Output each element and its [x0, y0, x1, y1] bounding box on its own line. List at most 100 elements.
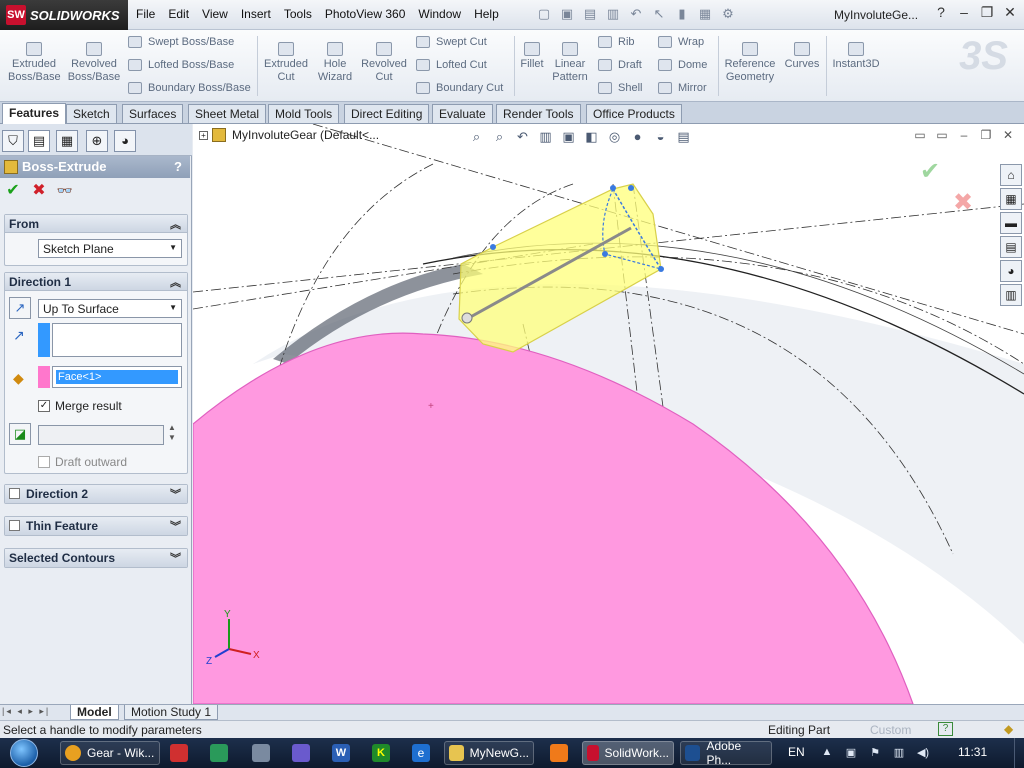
expand-plus-icon[interactable]: +	[199, 130, 208, 140]
draft-on-off-icon[interactable]: ◪	[9, 423, 31, 445]
save-icon[interactable]: ▤	[582, 6, 598, 22]
viewport-restore-icon[interactable]: ❐	[978, 128, 994, 142]
draft-angle-input[interactable]	[38, 425, 164, 445]
viewport-tile-icon[interactable]: ▭	[934, 128, 950, 142]
start-button[interactable]	[4, 738, 48, 768]
tab-sketch[interactable]: Sketch	[66, 104, 117, 123]
from-select[interactable]: Sketch Plane	[38, 239, 182, 258]
zoom-to-area-icon[interactable]: ⌕	[491, 129, 508, 146]
tab-mold-tools[interactable]: Mold Tools	[268, 104, 340, 123]
thin-feature-checkbox[interactable]	[9, 520, 20, 531]
ok-check-icon[interactable]: ✔	[4, 182, 22, 200]
fillet-button[interactable]: Fillet	[518, 42, 546, 71]
swept-cut-button[interactable]: Swept Cut	[416, 36, 487, 48]
direction2-checkbox[interactable]	[9, 488, 20, 499]
status-units[interactable]: Custom	[870, 723, 911, 737]
taskbar-photoshop[interactable]: Adobe Ph...	[680, 739, 772, 767]
gmail-icon[interactable]	[170, 744, 188, 762]
menu-window[interactable]: Window	[418, 7, 461, 21]
selected-contours-group-header[interactable]: Selected Contours ︾	[5, 549, 187, 567]
print-icon[interactable]: ▥	[605, 6, 621, 22]
help-button[interactable]: ?	[174, 159, 182, 174]
tab-sheet-metal[interactable]: Sheet Metal	[188, 104, 267, 123]
view-orientation-icon[interactable]: ▣	[560, 129, 577, 146]
word-icon[interactable]: W	[332, 744, 350, 762]
expand-chevron-icon[interactable]: ︾	[170, 518, 181, 534]
thin-feature-group-header[interactable]: Thin Feature ︾	[5, 517, 187, 535]
select-arrow-icon[interactable]: ↖	[651, 6, 667, 22]
open-folder-icon[interactable]: ▣	[559, 6, 575, 22]
reference-geometry-button[interactable]: Reference Geometry	[722, 42, 778, 84]
taskbar-solidworks[interactable]: SolidWork...	[582, 741, 674, 765]
hide-show-items-icon[interactable]: ◎	[606, 129, 623, 146]
undo-icon[interactable]: ↶	[628, 6, 644, 22]
feature-tree-root-label[interactable]: MyInvoluteGear (Default<...	[232, 128, 379, 142]
internet-explorer-icon[interactable]: e	[412, 744, 430, 762]
show-desktop-button[interactable]	[1014, 738, 1024, 768]
extruded-cut-button[interactable]: Extruded Cut	[262, 42, 310, 84]
minimize-icon[interactable]: –	[954, 4, 974, 24]
close-icon[interactable]: ✕	[1000, 4, 1020, 24]
rib-button[interactable]: Rib	[598, 36, 635, 48]
file-properties-icon[interactable]: ▦	[697, 6, 713, 22]
app-icon[interactable]	[210, 744, 228, 762]
tab-render-tools[interactable]: Render Tools	[496, 104, 581, 123]
edit-appearance-icon[interactable]: ●	[629, 129, 646, 146]
lofted-cut-button[interactable]: Lofted Cut	[416, 59, 487, 71]
menu-edit[interactable]: Edit	[168, 7, 189, 21]
merge-result-checkbox[interactable]: ✓ Merge result	[38, 399, 122, 413]
menu-insert[interactable]: Insert	[241, 7, 271, 21]
menu-tools[interactable]: Tools	[284, 7, 312, 21]
expand-chevron-icon[interactable]: ︾	[170, 550, 181, 566]
collapse-chevron-icon[interactable]: ︽	[170, 216, 181, 232]
custom-properties-icon[interactable]: ▥	[1000, 284, 1022, 306]
graphics-area[interactable]: + ✔ ✖ Y X Z + MyInvoluteGear (Default<..…	[193, 124, 1024, 704]
viewport-close-icon[interactable]: ✕	[1000, 128, 1016, 142]
dome-button[interactable]: Dome	[658, 59, 707, 71]
tab-scroll-arrows-icon[interactable]: |◂ ◂ ▸ ▸|	[2, 706, 50, 717]
settings-icon[interactable]	[252, 744, 270, 762]
instant3d-button[interactable]: Instant3D	[830, 42, 882, 71]
apply-scene-icon[interactable]: ◒	[652, 129, 669, 146]
wrap-button[interactable]: Wrap	[658, 36, 704, 48]
tab-features[interactable]: Features	[2, 103, 67, 124]
view-palette-icon[interactable]: ▤	[1000, 236, 1022, 258]
face-listbox[interactable]: Face<1>	[52, 366, 182, 388]
extruded-boss-button[interactable]: Extruded Boss/Base	[8, 42, 61, 84]
volume-icon[interactable]: ◀)	[916, 746, 930, 760]
mirror-button[interactable]: Mirror	[658, 82, 707, 94]
draft-angle-spinner[interactable]: ▲ ▼	[168, 423, 176, 443]
tab-model[interactable]: Model	[70, 705, 119, 720]
view-settings-icon[interactable]: ▤	[675, 129, 692, 146]
file-explorer-folder-icon[interactable]: ▬	[1000, 212, 1022, 234]
hole-wizard-button[interactable]: Hole Wizard	[314, 42, 356, 84]
revolved-boss-button[interactable]: Revolved Boss/Base	[66, 42, 122, 84]
detailed-preview-icon[interactable]: 👓	[56, 182, 74, 200]
tab-motion-study[interactable]: Motion Study 1	[124, 705, 219, 720]
tab-surfaces[interactable]: Surfaces	[122, 104, 184, 123]
draft-button[interactable]: Draft	[598, 59, 642, 71]
new-document-icon[interactable]: ▢	[536, 6, 552, 22]
taskbar-clock[interactable]: 11:31	[958, 745, 987, 759]
linear-pattern-button[interactable]: Linear Pattern	[550, 42, 590, 84]
language-indicator[interactable]: EN	[788, 745, 805, 759]
end-condition-select[interactable]: Up To Surface	[38, 299, 182, 318]
appearances-scenes-icon[interactable]: ◕	[1000, 260, 1022, 282]
reverse-direction-icon[interactable]: ↗	[9, 297, 31, 319]
curves-button[interactable]: Curves	[782, 42, 822, 71]
display-manager-tab-icon[interactable]: ◕	[114, 130, 136, 152]
help-question-icon[interactable]: ?	[931, 4, 951, 24]
collapse-chevron-icon[interactable]: ︽	[170, 274, 181, 290]
expand-chevron-icon[interactable]: ︾	[170, 486, 181, 502]
face-selection-item[interactable]: Face<1>	[56, 370, 178, 384]
tab-direct-editing[interactable]: Direct Editing	[344, 104, 430, 123]
boundary-boss-button[interactable]: Boundary Boss/Base	[128, 82, 251, 94]
design-library-icon[interactable]: ▦	[1000, 188, 1022, 210]
feature-tree-flyout[interactable]: + MyInvoluteGear (Default<...	[199, 128, 379, 142]
boundary-cut-button[interactable]: Boundary Cut	[416, 82, 503, 94]
draft-outward-checkbox[interactable]: Draft outward	[38, 455, 127, 469]
options-gear-icon[interactable]: ⚙	[720, 6, 736, 22]
taskbar-explorer-folder[interactable]: MyNewG...	[444, 741, 534, 765]
property-manager-tab-icon[interactable]: ▤	[28, 130, 50, 152]
action-center-flag-icon[interactable]: ⚑	[868, 746, 882, 760]
